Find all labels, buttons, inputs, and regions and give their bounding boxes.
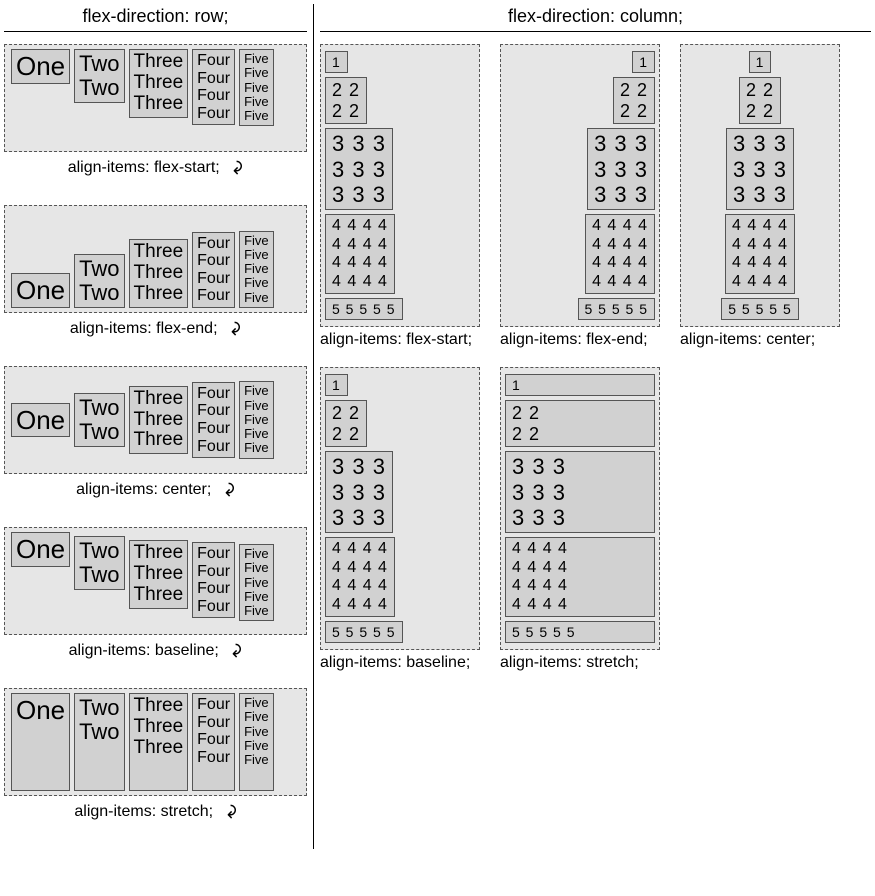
col-example-flex-start: 1 2 2 2 2 3 3 3 3 3 3 3 3 3 4 4 4 4 4 4 … [320,44,480,349]
flex-item-1: 1 [325,374,348,396]
caption: align-items: flex-start; [320,331,480,349]
row-direction-section: flex-direction: row; One Two Two Three T… [4,4,314,849]
flex-item-4: 4 4 4 4 4 4 4 4 4 4 4 4 4 4 4 4 [505,537,655,617]
flex-item-one: One [11,49,70,84]
flex-item-five: Five Five Five Five Five [239,49,274,126]
row-example-flex-end: One Two Two Three Three Three Four Four … [4,205,307,338]
flex-item-three: Three Three Three [129,540,189,609]
flex-container: 1 2 2 2 2 3 3 3 3 3 3 3 3 3 4 4 4 4 4 4 … [320,367,480,650]
flex-item-two: Two Two [74,49,124,103]
col-example-baseline: 1 2 2 2 2 3 3 3 3 3 3 3 3 3 4 4 4 4 4 4 … [320,367,480,672]
flex-item-five: Five Five Five Five Five [239,544,274,621]
arrow-icon: ↶ [224,643,245,658]
caption-text: align-items: flex-start; [68,159,220,176]
col-example-stretch: 1 2 2 2 2 3 3 3 3 3 3 3 3 3 4 4 4 4 4 4 … [500,367,660,672]
row-example-stretch: One Two Two Three Three Three Four Four … [4,688,307,821]
flex-item-1: 1 [749,51,772,73]
caption: align-items: baseline; ↶ [4,639,307,660]
flex-item-three: Three Three Three [129,239,189,308]
flex-item-2: 2 2 2 2 [739,77,781,124]
flex-item-5: 5 5 5 5 5 [505,621,655,643]
flex-item-five: Five Five Five Five Five [239,381,274,458]
flex-item-two: Two Two [74,254,124,308]
flex-item-4: 4 4 4 4 4 4 4 4 4 4 4 4 4 4 4 4 [325,214,395,294]
flex-item-one: One [11,532,70,567]
flex-item-one: One [11,693,70,791]
flex-item-three: Three Three Three [129,693,189,791]
flex-container: One Two Two Three Three Three Four Four … [4,205,307,313]
caption: align-items: center; [680,331,840,349]
flex-item-one: One [11,403,70,438]
flex-container: One Two Two Three Three Three Four Four … [4,366,307,474]
row-example-baseline: One Two Two Three Three Three Four Four … [4,527,307,660]
flex-item-1: 1 [505,374,655,396]
flex-item-1: 1 [632,51,655,73]
caption-text: align-items: flex-end; [70,320,218,337]
diagram-root: flex-direction: row; One Two Two Three T… [4,4,871,849]
caption: align-items: flex-end; [500,331,660,349]
caption-text: align-items: center; [76,481,211,498]
flex-item-four: Four Four Four Four [192,382,235,458]
caption: align-items: stretch; [500,654,660,672]
flex-item-three: Three Three Three [129,49,189,118]
flex-container: One Two Two Three Three Three Four Four … [4,44,307,152]
flex-item-3: 3 3 3 3 3 3 3 3 3 [505,451,655,533]
flex-item-3: 3 3 3 3 3 3 3 3 3 [726,128,794,210]
flex-item-two: Two Two [74,693,124,791]
flex-container: One Two Two Three Three Three Four Four … [4,527,307,635]
header-column: flex-direction: column; [320,4,871,32]
flex-item-2: 2 2 2 2 [325,400,367,447]
flex-item-4: 4 4 4 4 4 4 4 4 4 4 4 4 4 4 4 4 [325,537,395,617]
arrow-icon: ↶ [217,482,238,497]
arrow-icon: ↶ [225,160,246,175]
flex-container: 1 2 2 2 2 3 3 3 3 3 3 3 3 3 4 4 4 4 4 4 … [500,44,660,327]
flex-item-five: Five Five Five Five Five [239,693,274,791]
caption: align-items: flex-start; ↶ [4,156,307,177]
flex-item-2: 2 2 2 2 [613,77,655,124]
flex-item-two: Two Two [74,536,124,590]
flex-item-5: 5 5 5 5 5 [325,298,403,320]
flex-item-3: 3 3 3 3 3 3 3 3 3 [325,128,393,210]
flex-item-five: Five Five Five Five Five [239,231,274,308]
flex-item-2: 2 2 2 2 [505,400,655,447]
caption-text: align-items: stretch; [74,803,213,820]
col-example-center: 1 2 2 2 2 3 3 3 3 3 3 3 3 3 4 4 4 4 4 4 … [680,44,840,349]
flex-item-four: Four Four Four Four [192,693,235,791]
arrow-icon: ↶ [219,804,240,819]
flex-container: 1 2 2 2 2 3 3 3 3 3 3 3 3 3 4 4 4 4 4 4 … [500,367,660,650]
flex-item-5: 5 5 5 5 5 [721,298,799,320]
flex-item-four: Four Four Four Four [192,49,235,125]
row-example-flex-start: One Two Two Three Three Three Four Four … [4,44,307,177]
caption: align-items: center; ↶ [4,478,307,499]
header-row: flex-direction: row; [4,4,307,32]
flex-item-4: 4 4 4 4 4 4 4 4 4 4 4 4 4 4 4 4 [725,214,795,294]
caption: align-items: flex-end; ↶ [4,317,307,338]
flex-item-1: 1 [325,51,348,73]
flex-item-4: 4 4 4 4 4 4 4 4 4 4 4 4 4 4 4 4 [585,214,655,294]
col-example-flex-end: 1 2 2 2 2 3 3 3 3 3 3 3 3 3 4 4 4 4 4 4 … [500,44,660,349]
flex-item-one: One [11,273,70,308]
flex-container: 1 2 2 2 2 3 3 3 3 3 3 3 3 3 4 4 4 4 4 4 … [320,44,480,327]
flex-item-four: Four Four Four Four [192,232,235,308]
row-example-center: One Two Two Three Three Three Four Four … [4,366,307,499]
caption-text: align-items: baseline; [69,642,219,659]
caption: align-items: baseline; [320,654,480,672]
flex-item-2: 2 2 2 2 [325,77,367,124]
flex-item-5: 5 5 5 5 5 [578,298,656,320]
flex-container: 1 2 2 2 2 3 3 3 3 3 3 3 3 3 4 4 4 4 4 4 … [680,44,840,327]
flex-item-3: 3 3 3 3 3 3 3 3 3 [587,128,655,210]
flex-container: One Two Two Three Three Three Four Four … [4,688,307,796]
flex-item-two: Two Two [74,393,124,447]
column-direction-section: flex-direction: column; 1 2 2 2 2 3 3 3 … [314,4,871,849]
flex-item-3: 3 3 3 3 3 3 3 3 3 [325,451,393,533]
arrow-icon: ↶ [223,321,244,336]
caption: align-items: stretch; ↶ [4,800,307,821]
flex-item-four: Four Four Four Four [192,542,235,618]
flex-item-5: 5 5 5 5 5 [325,621,403,643]
flex-item-three: Three Three Three [129,386,189,455]
